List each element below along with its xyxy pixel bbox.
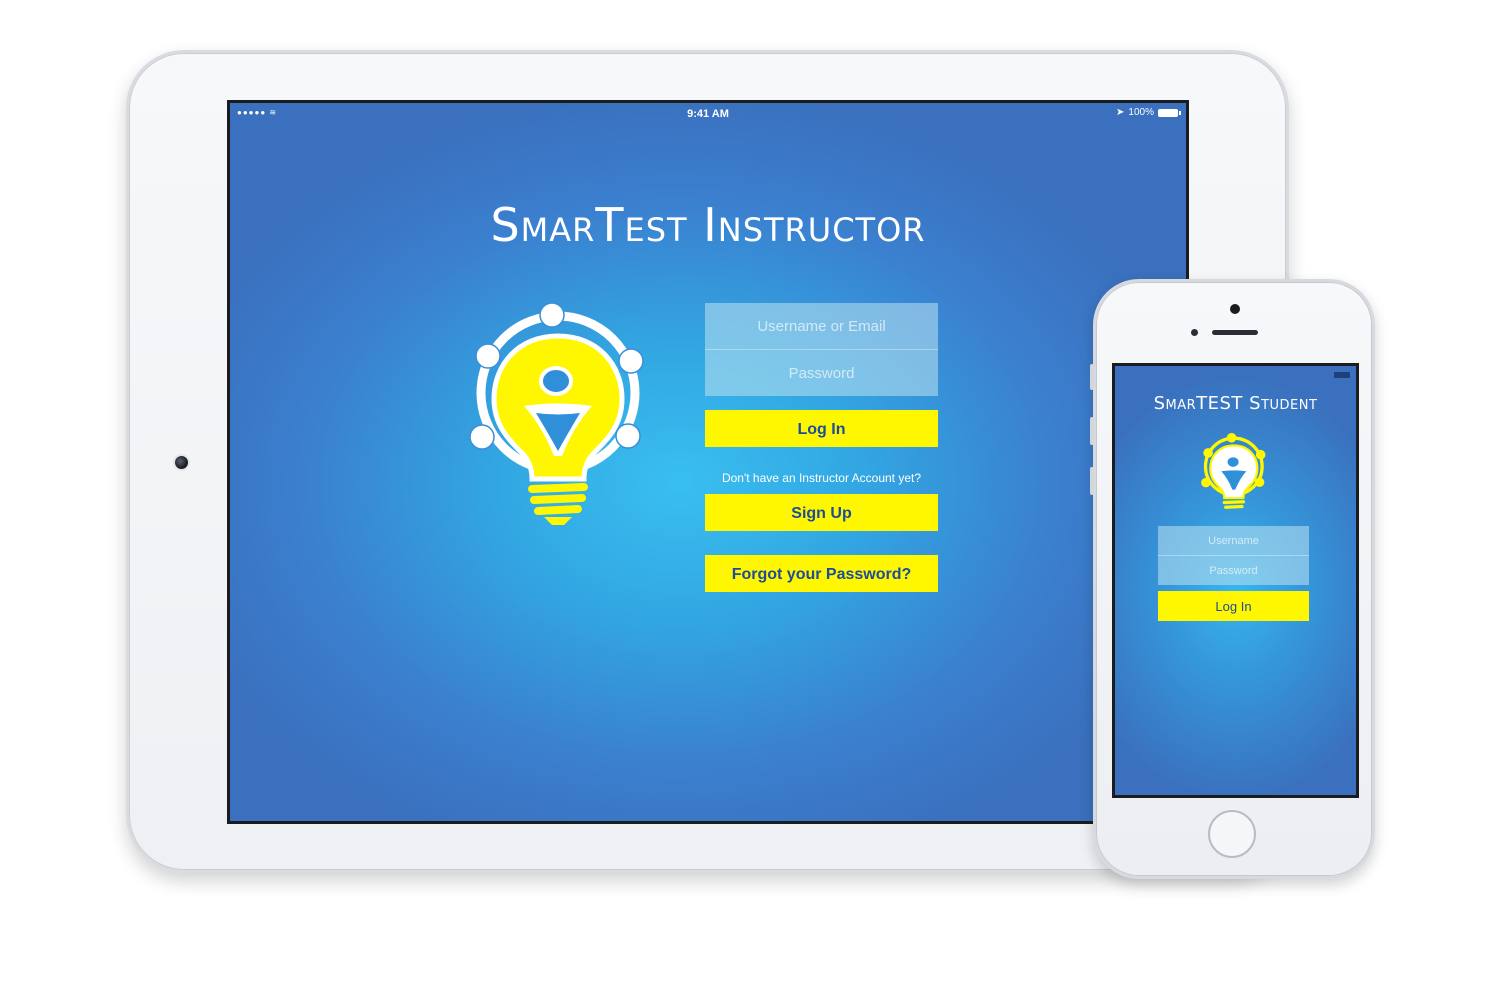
credentials-group <box>705 303 938 396</box>
iphone-screen: SmarTEST Student Username Log In <box>1112 363 1359 798</box>
lightbulb-logo-icon <box>469 302 644 525</box>
battery-icon <box>1334 372 1350 378</box>
login-form: Log In <box>1158 526 1309 621</box>
location-arrow-icon: ➤ <box>1116 107 1125 118</box>
ipad-camera <box>175 456 188 469</box>
username-input[interactable] <box>1158 526 1309 555</box>
volume-up-button <box>1090 417 1094 445</box>
app-title: SmarTest Instructor <box>490 198 926 252</box>
battery-icon <box>1158 108 1181 117</box>
volume-down-button <box>1090 467 1094 495</box>
lightbulb-logo-icon <box>1201 433 1266 509</box>
forgot-password-button[interactable]: Forgot your Password? <box>705 555 938 592</box>
home-button[interactable] <box>1208 810 1256 858</box>
credentials-group <box>1158 526 1309 585</box>
status-right: ➤ 100% <box>1116 107 1181 118</box>
password-input[interactable] <box>1158 556 1309 585</box>
iphone-speaker <box>1212 330 1258 335</box>
username-input[interactable] <box>705 303 938 349</box>
iphone-sensor <box>1191 329 1198 336</box>
signup-button[interactable]: Sign Up <box>705 494 938 531</box>
status-bar: ●●●●● ≋ 9:41 AM ➤ 100% <box>230 103 1186 125</box>
login-form: Log In Don't have an Instructor Account … <box>705 303 940 592</box>
iphone-front-camera <box>1230 304 1240 314</box>
login-button[interactable]: Log In <box>1158 591 1309 621</box>
app-title: SmarTEST Student <box>1153 393 1318 414</box>
password-input[interactable] <box>705 350 938 396</box>
signup-prompt: Don't have an Instructor Account yet? <box>721 471 922 485</box>
device-mockup-stage: ●●●●● ≋ 9:41 AM ➤ 100% SmarTest Instruct… <box>0 0 1500 994</box>
status-time: 9:41 AM <box>687 108 729 120</box>
ipad-screen: ●●●●● ≋ 9:41 AM ➤ 100% SmarTest Instruct… <box>227 100 1189 824</box>
iphone-device: SmarTEST Student Username Log In <box>1090 279 1375 879</box>
login-button[interactable]: Log In <box>705 410 938 447</box>
mute-switch <box>1090 364 1094 390</box>
battery-percent: 100% <box>1128 107 1154 118</box>
